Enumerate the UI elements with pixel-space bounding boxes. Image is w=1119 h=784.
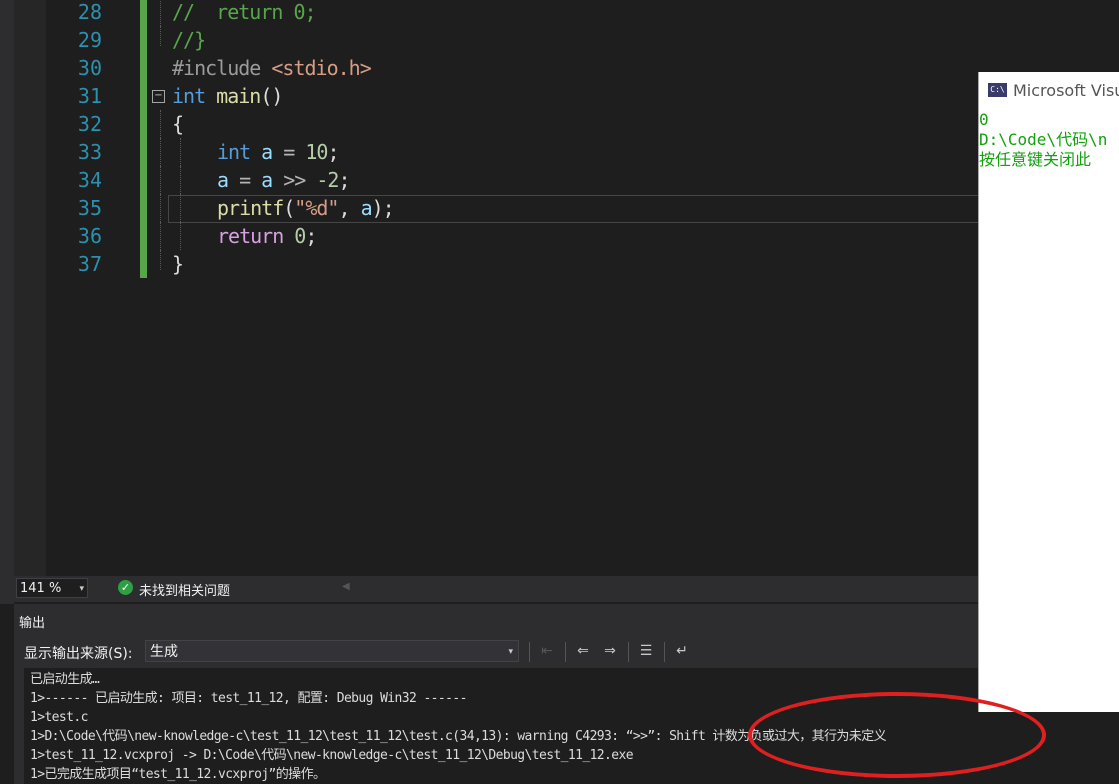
indent-guide — [160, 110, 162, 138]
code-line-30[interactable]: 30 #include <stdio.h> — [0, 54, 1119, 82]
indent-guide — [160, 26, 162, 46]
console-title-bar[interactable]: C:\ Microsoft Visual — [979, 72, 1119, 108]
editor-status-bar: 141 % ▾ ✓ 未找到相关问题 ◀ — [14, 576, 978, 602]
output-line: 1>test_11_12.vcxproj -> D:\Code\代码\new-k… — [30, 748, 634, 763]
code-text: } — [172, 252, 184, 276]
indent-guide — [180, 138, 182, 166]
line-number: 29 — [77, 28, 102, 52]
code-text: // return 0; — [172, 0, 317, 24]
code-editor[interactable]: 28 // return 0; 29 //} 30 #include <stdi… — [0, 0, 1119, 576]
output-line: 1>test.c — [30, 710, 88, 725]
indent-guide — [180, 194, 182, 222]
code-text: { — [172, 112, 184, 136]
console-app-icon: C:\ — [988, 83, 1007, 97]
change-indicator — [140, 138, 147, 166]
left-tool-strip — [0, 0, 14, 604]
output-line: 1>已完成生成项目“test_11_12.vcxproj”的操作。 — [30, 767, 326, 782]
indent-guide — [160, 222, 162, 250]
word-wrap-icon[interactable]: ↵ — [672, 641, 692, 661]
chevron-down-icon: ▾ — [508, 647, 513, 657]
code-line-29[interactable]: 29 //} — [0, 26, 1119, 54]
output-line: 1>------ 已启动生成: 项目: test_11_12, 配置: Debu… — [30, 691, 467, 706]
line-number: 37 — [77, 252, 102, 276]
code-text: printf("%d", a); — [217, 196, 395, 220]
line-number: 32 — [77, 112, 102, 136]
line-number: 30 — [77, 56, 102, 80]
output-source-select[interactable]: 生成 ▾ — [145, 640, 519, 662]
change-indicator — [140, 250, 147, 278]
check-circle-icon: ✓ — [118, 580, 133, 595]
output-source-value: 生成 — [150, 644, 178, 660]
output-source-label: 显示输出来源(S): — [24, 646, 133, 662]
toolbar-separator — [565, 642, 566, 662]
line-number: 34 — [77, 168, 102, 192]
code-line-28[interactable]: 28 // return 0; — [0, 0, 1119, 26]
change-indicator — [140, 222, 147, 250]
change-indicator — [140, 110, 147, 138]
line-number: 35 — [77, 196, 102, 220]
code-line-37[interactable]: 37 } — [0, 250, 1119, 278]
previous-message-icon[interactable]: ⇐ — [573, 641, 593, 661]
code-text: int main() — [172, 84, 283, 108]
code-line-36[interactable]: 36 return 0; — [0, 222, 1119, 250]
toolbar-separator — [628, 642, 629, 662]
toolbar-separator — [664, 642, 665, 662]
output-toolbar: 显示输出来源(S): 生成 ▾ ⇤ ⇐ ⇒ ☰ ↵ — [14, 636, 978, 666]
code-text: a = a >> -2; — [217, 168, 351, 192]
chevron-down-icon: ▾ — [79, 584, 84, 594]
change-indicator — [140, 26, 147, 54]
indent-guide — [160, 194, 162, 222]
indent-guide — [180, 166, 182, 194]
indent-guide — [160, 250, 162, 270]
code-line-31[interactable]: 31 − int main() — [0, 82, 1119, 110]
code-text: #include <stdio.h> — [172, 56, 372, 80]
console-line: 按任意键关闭此 — [979, 150, 1092, 169]
find-message-icon[interactable]: ⇤ — [537, 641, 557, 661]
output-panel-title: 输出 — [19, 616, 46, 631]
debug-console-window[interactable]: C:\ Microsoft Visual 0 D:\Code\代码\n 按任意键… — [978, 72, 1119, 712]
annotation-ellipse — [748, 692, 1046, 778]
indent-guide — [160, 166, 162, 194]
zoom-value: 141 % — [20, 581, 62, 596]
indent-guide — [180, 222, 182, 250]
code-line-34[interactable]: 34 a = a >> -2; — [0, 166, 1119, 194]
code-text: int a = 10; — [217, 140, 339, 164]
next-message-icon[interactable]: ⇒ — [600, 641, 620, 661]
change-indicator — [140, 0, 147, 26]
code-line-32[interactable]: 32 { — [0, 110, 1119, 138]
code-line-35[interactable]: 35 printf("%d", a); — [0, 194, 1119, 222]
console-line: D:\Code\代码\n — [979, 130, 1108, 149]
indent-guide — [160, 138, 162, 166]
code-text: //} — [172, 28, 206, 52]
change-indicator — [140, 82, 147, 110]
change-indicator — [140, 54, 147, 82]
line-number: 28 — [77, 0, 102, 24]
collapse-toggle-icon[interactable]: − — [152, 90, 165, 103]
zoom-dropdown[interactable]: 141 % ▾ — [16, 578, 88, 598]
issues-status-text[interactable]: 未找到相关问题 — [139, 580, 230, 599]
code-text: return 0; — [217, 224, 317, 248]
clear-all-icon[interactable]: ☰ — [636, 641, 656, 661]
line-number: 36 — [77, 224, 102, 248]
line-number: 31 — [77, 84, 102, 108]
change-indicator — [140, 166, 147, 194]
scroll-left-icon[interactable]: ◀ — [342, 581, 350, 592]
console-window-title: Microsoft Visual — [1013, 81, 1119, 100]
console-line: 0 — [979, 110, 989, 129]
console-output: 0 D:\Code\代码\n 按任意键关闭此 — [979, 108, 1119, 712]
output-line: 已启动生成… — [30, 672, 100, 687]
indent-guide — [160, 0, 162, 26]
toolbar-separator — [529, 642, 530, 662]
line-number: 33 — [77, 140, 102, 164]
code-line-33[interactable]: 33 int a = 10; — [0, 138, 1119, 166]
change-indicator — [140, 194, 147, 222]
